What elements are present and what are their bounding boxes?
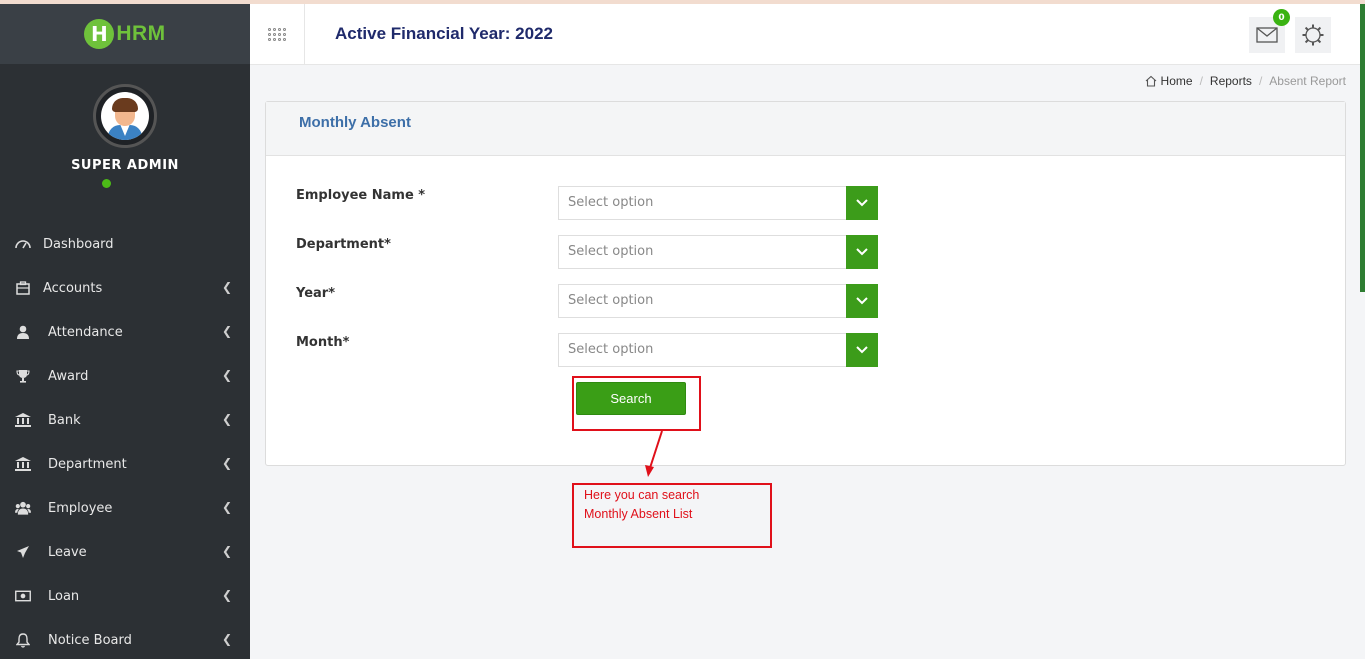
chevron-left-icon: ❮ xyxy=(221,324,232,338)
institution-icon xyxy=(15,456,31,472)
sidebar-nav: Dashboard Accounts ❮ Attendance ❮ Award … xyxy=(0,222,250,659)
scrollbar[interactable] xyxy=(1360,4,1365,292)
online-status-dot xyxy=(101,179,111,188)
month-label: Month* xyxy=(296,335,350,350)
bank-icon xyxy=(15,412,31,428)
sidebar-item-dashboard[interactable]: Dashboard xyxy=(0,222,250,266)
dropdown-toggle[interactable] xyxy=(846,284,878,318)
breadcrumb-separator: / xyxy=(1199,74,1203,88)
annotation-line-2: Monthly Absent List xyxy=(584,507,693,521)
sidebar-item-label: Accounts xyxy=(43,280,103,296)
sidebar-item-leave[interactable]: Leave ❮ xyxy=(0,530,250,574)
breadcrumb-reports[interactable]: Reports xyxy=(1210,74,1252,88)
sidebar-item-label: Employee xyxy=(48,500,113,516)
user-icon xyxy=(15,324,31,340)
sidebar-item-label: Dashboard xyxy=(43,236,114,252)
logo-text: HRM xyxy=(116,22,166,45)
select-placeholder: Select option xyxy=(568,293,654,308)
sidebar-item-department[interactable]: Department ❮ xyxy=(0,442,250,486)
logo-mark: H xyxy=(84,19,115,49)
sidebar-item-label: Bank xyxy=(48,412,81,428)
grid-icon xyxy=(268,27,286,41)
dropdown-toggle[interactable] xyxy=(846,333,878,367)
breadcrumb-home[interactable]: Home xyxy=(1161,74,1193,88)
breadcrumb-current: Absent Report xyxy=(1269,74,1346,88)
home-icon xyxy=(1145,75,1156,87)
settings-button[interactable] xyxy=(1295,17,1331,53)
sidebar-item-label: Notice Board xyxy=(48,632,132,648)
apps-grid-button[interactable] xyxy=(250,4,305,64)
gear-icon xyxy=(1302,24,1324,46)
sidebar-item-label: Loan xyxy=(48,588,80,604)
chevron-left-icon: ❮ xyxy=(221,280,232,294)
sidebar-item-attendance[interactable]: Attendance ❮ xyxy=(0,310,250,354)
annotation-text: Here you can search Monthly Absent List xyxy=(584,486,699,524)
chevron-left-icon: ❮ xyxy=(221,632,232,646)
select-placeholder: Select option xyxy=(568,195,654,210)
annotation-line-1: Here you can search xyxy=(584,488,700,502)
user-name: SUPER ADMIN xyxy=(71,158,179,173)
top-header: Active Financial Year: 2022 0 xyxy=(250,4,1365,65)
financial-year-title: Active Financial Year: 2022 xyxy=(335,24,553,43)
app-logo[interactable]: H HRM xyxy=(84,19,165,49)
money-icon xyxy=(15,588,31,604)
year-label: Year* xyxy=(296,286,336,301)
mail-count-badge: 0 xyxy=(1273,9,1290,26)
sidebar-item-accounts[interactable]: Accounts ❮ xyxy=(0,266,250,310)
annotation-arrow xyxy=(645,430,663,477)
sidebar-item-loan[interactable]: Loan ❮ xyxy=(0,574,250,618)
chevron-down-icon xyxy=(856,297,868,305)
annotation-highlight-box xyxy=(572,376,701,431)
employee-name-label: Employee Name * xyxy=(296,188,426,203)
breadcrumb: Home / Reports / Absent Report xyxy=(1145,74,1346,88)
breadcrumb-separator: / xyxy=(1258,74,1263,88)
users-icon xyxy=(15,500,31,516)
bell-icon xyxy=(15,632,31,648)
sidebar: H HRM SUPER ADMIN Dashboard Accounts ❮ A… xyxy=(0,4,250,659)
sidebar-item-notice-board[interactable]: Notice Board ❮ xyxy=(0,618,250,659)
department-label: Department* xyxy=(296,237,391,252)
trophy-icon xyxy=(15,368,31,384)
user-profile: SUPER ADMIN xyxy=(0,84,250,188)
sidebar-item-employee[interactable]: Employee ❮ xyxy=(0,486,250,530)
annotation-note: Here you can search Monthly Absent List xyxy=(572,483,772,548)
chevron-left-icon: ❮ xyxy=(221,500,232,514)
sidebar-item-bank[interactable]: Bank ❮ xyxy=(0,398,250,442)
monthly-absent-panel: Monthly Absent Employee Name * Select op… xyxy=(265,101,1346,466)
employee-name-select[interactable]: Select option xyxy=(558,186,878,220)
chevron-down-icon xyxy=(856,346,868,354)
sidebar-item-label: Leave xyxy=(48,544,87,560)
chevron-left-icon: ❮ xyxy=(221,412,232,426)
envelope-icon xyxy=(1256,27,1278,43)
panel-title: Monthly Absent xyxy=(299,114,411,131)
year-select[interactable]: Select option xyxy=(558,284,878,318)
chevron-left-icon: ❮ xyxy=(221,368,232,382)
dashboard-icon xyxy=(15,236,31,252)
department-select[interactable]: Select option xyxy=(558,235,878,269)
dropdown-toggle[interactable] xyxy=(846,186,878,220)
select-placeholder: Select option xyxy=(568,342,654,357)
sidebar-item-label: Attendance xyxy=(48,324,123,340)
logo-bar: H HRM xyxy=(0,4,250,64)
panel-header: Monthly Absent xyxy=(266,102,1345,156)
chevron-down-icon xyxy=(856,248,868,256)
avatar[interactable] xyxy=(93,84,157,148)
sidebar-item-label: Department xyxy=(48,456,127,472)
sidebar-item-label: Award xyxy=(48,368,89,384)
chevron-down-icon xyxy=(856,199,868,207)
plane-icon xyxy=(15,544,31,560)
sidebar-item-award[interactable]: Award ❮ xyxy=(0,354,250,398)
dropdown-toggle[interactable] xyxy=(846,235,878,269)
month-select[interactable]: Select option xyxy=(558,333,878,367)
select-placeholder: Select option xyxy=(568,244,654,259)
avatar-image xyxy=(101,92,149,140)
chevron-left-icon: ❮ xyxy=(221,544,232,558)
chevron-left-icon: ❮ xyxy=(221,456,232,470)
chevron-left-icon: ❮ xyxy=(221,588,232,602)
briefcase-icon xyxy=(15,280,31,296)
